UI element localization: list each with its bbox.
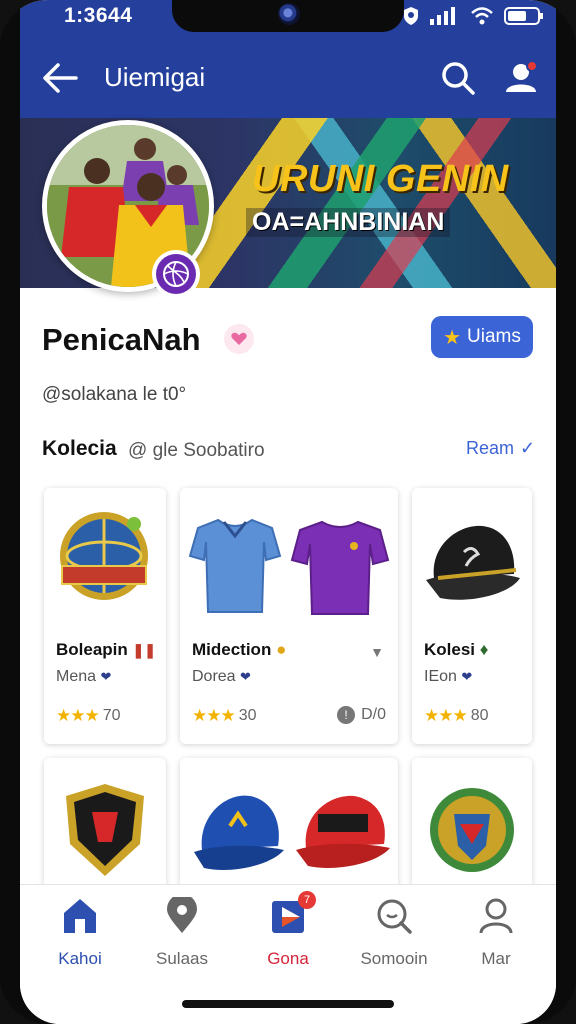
heart-badge-icon — [224, 324, 254, 354]
club-badge — [152, 250, 200, 298]
red-cap-image — [296, 795, 390, 868]
card-rating: ★★★ 70 — [56, 706, 121, 725]
rating-stars: ★★★ — [56, 706, 100, 725]
wifi-icon — [471, 7, 493, 25]
battery-icon — [504, 7, 543, 25]
chevron-down-icon[interactable]: ▼ — [370, 644, 384, 660]
nav-label: Sulaas — [156, 949, 208, 968]
nav-badge: 7 — [298, 891, 316, 909]
rating-stars: ★★★ — [424, 706, 468, 725]
card-subtitle: Mena ❤ — [56, 668, 112, 685]
collection-title: Kolecia — [42, 437, 117, 460]
club-crest-image — [430, 788, 514, 872]
nav-label: Mar — [481, 949, 511, 968]
chat-search-icon — [377, 899, 412, 934]
home-indicator[interactable] — [182, 1000, 394, 1008]
nav-item-messages[interactable]: Somooin — [344, 897, 444, 973]
app-title: Uiemigai — [104, 62, 206, 92]
back-button[interactable] — [40, 60, 80, 96]
volleyball-icon — [163, 261, 189, 287]
status-icons — [402, 6, 544, 26]
club-crest-image — [66, 784, 144, 876]
card-rating: ★★★ 30 — [192, 706, 257, 725]
banner-headline: URUNI GENIN — [252, 158, 509, 200]
shield-status-icon — [404, 7, 418, 25]
globe-trophy-icon — [60, 512, 148, 600]
collection-card[interactable]: Kolesi ♦ IEon ❤ ★★★ 80 — [412, 488, 532, 744]
heart-icon: ❤ — [240, 669, 251, 684]
phone-frame: 1:3644 Uiemigai URUNI GENIN OA=AHNBINIAN… — [0, 0, 576, 1024]
nav-label: Gona — [267, 949, 309, 968]
card-title: Boleapin ❚❚ — [56, 640, 156, 659]
profile-name: PenicaNah — [42, 322, 201, 357]
rating-stars: ★★★ — [192, 706, 236, 725]
signal-icon — [430, 7, 455, 25]
purple-jersey-image — [290, 520, 390, 615]
blue-cap-image — [194, 795, 284, 870]
see-all-label: Ream — [466, 438, 515, 458]
nav-label: Somooin — [360, 949, 428, 968]
nav-label: Kahoi — [58, 949, 102, 968]
collection-card[interactable]: Midection ● ▼ Dorea ❤ ★★★ 30 ! D/0 — [180, 488, 398, 744]
profile-handle: @solakana le t0° — [42, 384, 187, 405]
card-extra: ! D/0 — [337, 706, 386, 724]
home-icon — [64, 899, 96, 933]
location-pin-icon — [167, 897, 197, 933]
front-camera — [278, 3, 300, 25]
collection-card[interactable]: Boleapin ❚❚ Mena ❤ ★★★ 70 — [44, 488, 166, 744]
search-icon — [442, 62, 475, 95]
account-button[interactable] — [502, 58, 540, 96]
app-screen: 1:3644 Uiemigai URUNI GENIN OA=AHNBINIAN… — [20, 0, 556, 1024]
heart-icon: ❤ — [100, 669, 112, 684]
nav-item-home[interactable]: Kahoi — [30, 897, 130, 973]
check-icon: ✓ — [520, 438, 536, 458]
person-icon — [479, 898, 513, 934]
card-subtitle: IEon ❤ — [424, 668, 473, 685]
star-icon: ★ — [443, 326, 462, 349]
card-rating: ★★★ 80 — [424, 706, 489, 725]
heart-icon: ❤ — [461, 669, 473, 684]
card-subtitle: Dorea ❤ — [192, 668, 251, 685]
nav-item-profile[interactable]: Mar — [446, 897, 546, 973]
banner-subline: OA=AHNBINIAN — [246, 208, 451, 237]
follow-button[interactable]: ★ Uiams — [431, 316, 533, 358]
see-all-link[interactable]: Ream ✓ — [466, 438, 535, 459]
card-title: Kolesi ♦ — [424, 640, 489, 659]
nav-item-play[interactable]: 7 Gona — [238, 891, 338, 973]
card-title: Midection ● — [192, 640, 287, 659]
cap-image — [426, 525, 520, 600]
search-button[interactable] — [440, 60, 476, 96]
back-arrow-icon — [43, 63, 78, 93]
collection-subtitle: @ gle Soobatiro — [128, 440, 265, 461]
status-time: 1:3644 — [64, 4, 133, 27]
notification-dot — [526, 60, 538, 72]
follow-button-label: Uiams — [467, 326, 521, 347]
blue-jersey-image — [188, 518, 282, 613]
app-bar: Uiemigai — [20, 36, 556, 118]
nav-item-places[interactable]: Sulaas — [132, 897, 232, 973]
info-icon: ! — [337, 706, 356, 724]
